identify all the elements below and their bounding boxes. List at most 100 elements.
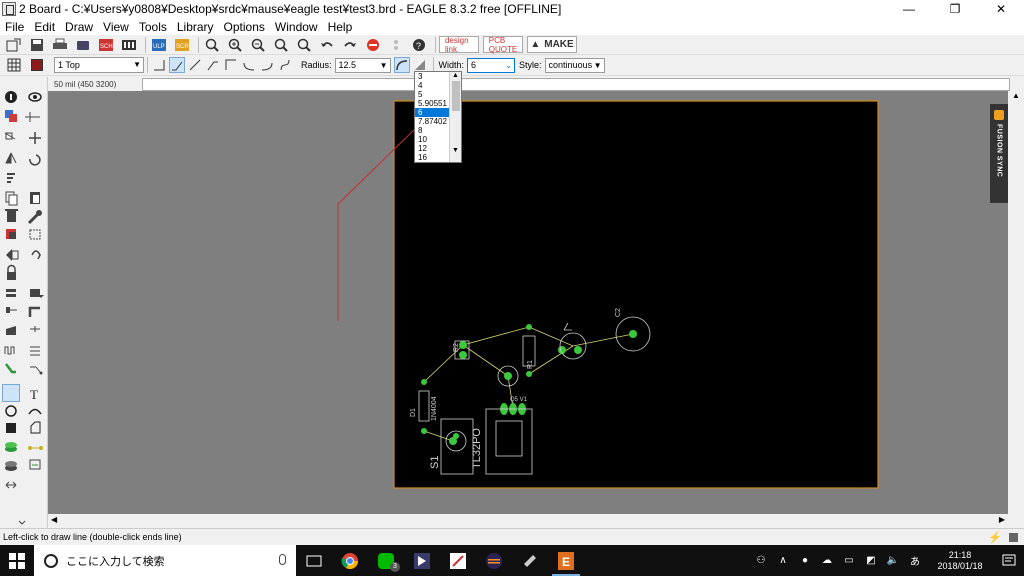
- scroll-thumb[interactable]: [451, 81, 460, 111]
- menu-view[interactable]: View: [98, 20, 134, 34]
- grid-button[interactable]: [4, 56, 24, 74]
- ime-mode-icon[interactable]: あ: [907, 553, 923, 569]
- taskbar-search[interactable]: ここに入力して検索: [34, 545, 296, 576]
- zoom-fit-button[interactable]: [202, 36, 222, 54]
- horizontal-scrollbar[interactable]: ◀ ▶: [48, 514, 1008, 528]
- wire-bend-2-button[interactable]: [187, 57, 203, 73]
- width-option[interactable]: 12: [415, 144, 450, 153]
- maximize-button[interactable]: ❐: [932, 0, 978, 18]
- vertical-scrollbar[interactable]: ▲: [1008, 91, 1024, 514]
- taskbar-app-arrow[interactable]: [404, 545, 440, 576]
- wire-bend-1-button[interactable]: [169, 57, 185, 73]
- width-option[interactable]: 7.87402: [415, 117, 450, 126]
- tray-app-icon[interactable]: ●: [797, 553, 813, 569]
- wire-bend-6-button[interactable]: [259, 57, 275, 73]
- miter-round-button[interactable]: [393, 57, 410, 73]
- line-badge: 3: [390, 562, 400, 572]
- width-option[interactable]: 5.90551: [415, 99, 450, 108]
- stop-button[interactable]: [363, 36, 383, 54]
- taskbar-app-eclipse[interactable]: [476, 545, 512, 576]
- zoom-select-button[interactable]: [294, 36, 314, 54]
- width-option[interactable]: 5: [415, 90, 450, 99]
- status-stop-icon[interactable]: [1009, 533, 1018, 542]
- bom-icon: [122, 39, 136, 50]
- taskbar-app-pen[interactable]: [440, 545, 476, 576]
- go-button[interactable]: [386, 36, 406, 54]
- status-flash-icon: ⚡: [988, 532, 1002, 544]
- save-button[interactable]: [27, 36, 47, 54]
- layer-select[interactable]: 1 Top ▼: [54, 57, 144, 73]
- script-button[interactable]: SCR: [172, 36, 192, 54]
- taskbar-eagle[interactable]: E: [548, 545, 584, 576]
- tray-chevron-up-icon[interactable]: ∧: [775, 553, 791, 569]
- undo-button[interactable]: [317, 36, 337, 54]
- style-select[interactable]: continuous ▼: [544, 57, 605, 73]
- microphone-icon[interactable]: [279, 554, 286, 565]
- menu-draw[interactable]: Draw: [60, 20, 98, 34]
- people-icon[interactable]: ⚇: [753, 553, 769, 569]
- menu-window[interactable]: Window: [270, 20, 323, 34]
- onedrive-icon[interactable]: ☁: [819, 553, 835, 569]
- taskbar-app-chip[interactable]: [512, 545, 548, 576]
- ulp-button[interactable]: ULP: [149, 36, 169, 54]
- menu-tools[interactable]: Tools: [134, 20, 172, 34]
- battery-icon[interactable]: ▭: [841, 553, 857, 569]
- zoom-in-button[interactable]: [225, 36, 245, 54]
- zoom-out-button[interactable]: [248, 36, 268, 54]
- scroll-up-icon[interactable]: ▲: [1008, 91, 1024, 100]
- menu-edit[interactable]: Edit: [29, 20, 60, 34]
- design-link-button[interactable]: design link: [439, 36, 479, 54]
- wire-bend-0-button[interactable]: [151, 57, 167, 73]
- help-button[interactable]: ?: [409, 36, 429, 54]
- menu-library[interactable]: Library: [172, 20, 219, 34]
- copy-icon: [5, 191, 18, 206]
- start-button[interactable]: [0, 545, 34, 576]
- redo-button[interactable]: [340, 36, 360, 54]
- menu-help[interactable]: Help: [323, 20, 358, 34]
- wire-bend-3-button[interactable]: [205, 57, 221, 73]
- bom-button[interactable]: [119, 36, 139, 54]
- width-input[interactable]: 6 ⌄: [467, 57, 516, 73]
- print-button[interactable]: [50, 36, 70, 54]
- taskbar-line[interactable]: 3: [368, 545, 404, 576]
- fusion-sync-tab[interactable]: FUSION SYNC: [990, 104, 1008, 203]
- taskbar-clock[interactable]: 21:18 2018/01/18: [932, 550, 988, 572]
- task-view-button[interactable]: [296, 545, 332, 576]
- network-icon[interactable]: ◩: [863, 553, 879, 569]
- dropdown-scrollbar[interactable]: ▲ ▼: [449, 72, 461, 162]
- cam-button[interactable]: [73, 36, 93, 54]
- command-line-input[interactable]: [142, 77, 1010, 91]
- scroll-left-icon[interactable]: ◀: [51, 515, 57, 524]
- close-button[interactable]: ✕: [978, 0, 1024, 18]
- minimize-button[interactable]: —: [886, 0, 932, 18]
- width-dropdown-list[interactable]: 3 4 5 5.90551 6 7.87402 8 10 12 16 ▲ ▼: [414, 71, 462, 163]
- zoom-redraw-button[interactable]: [271, 36, 291, 54]
- width-option[interactable]: 10: [415, 135, 450, 144]
- width-option[interactable]: 3: [415, 72, 450, 81]
- width-option[interactable]: 8: [415, 126, 450, 135]
- pcb-quote-button[interactable]: PCB QUOTE: [483, 36, 523, 54]
- menu-file[interactable]: File: [0, 20, 29, 34]
- width-option[interactable]: 16: [415, 153, 450, 162]
- taskbar-chrome[interactable]: [332, 545, 368, 576]
- sch-button[interactable]: SCH: [96, 36, 116, 54]
- make-button[interactable]: ▲ MAKE: [527, 36, 577, 53]
- bend-arc-alt-icon: [261, 62, 273, 71]
- wire-bend-5-button[interactable]: [241, 57, 257, 73]
- wire-bend-7-button[interactable]: [277, 57, 293, 73]
- width-option-selected[interactable]: 6: [415, 108, 450, 117]
- line-tool-button[interactable]: [2, 384, 20, 402]
- layout-canvas[interactable]: C2 R1 R2 D1 1N4004 S1 TL32PO Q5 V1: [48, 91, 1008, 514]
- board-drawing: C2 R1 R2 D1 1N4004 S1 TL32PO Q5 V1: [337, 100, 879, 489]
- volume-icon[interactable]: 🔈: [885, 553, 901, 569]
- layer-color-swatch[interactable]: [27, 56, 47, 74]
- scroll-right-icon[interactable]: ▶: [999, 515, 1005, 524]
- wire-bend-4-button[interactable]: [223, 57, 239, 73]
- radius-input[interactable]: 12.5 ▼: [334, 57, 391, 73]
- menu-options[interactable]: Options: [219, 20, 270, 34]
- smash-icon: [31, 250, 41, 260]
- width-option[interactable]: 4: [415, 81, 450, 90]
- style-label: Style:: [519, 60, 542, 70]
- open-button[interactable]: [4, 36, 24, 54]
- notification-button[interactable]: [994, 545, 1024, 576]
